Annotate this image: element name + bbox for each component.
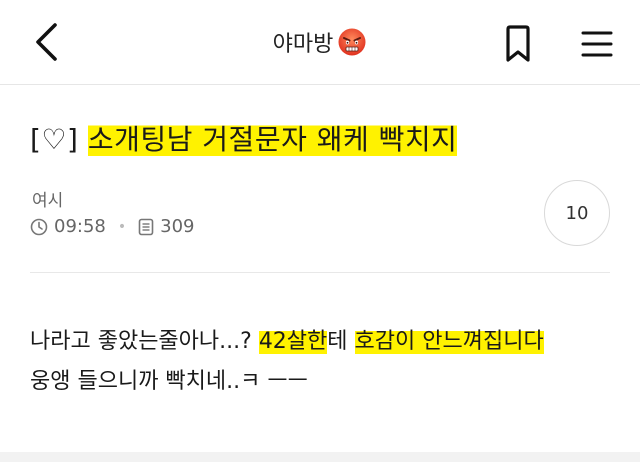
board-name: 야마방 — [272, 32, 334, 57]
post-meta: 09:58 • 309 — [30, 216, 195, 237]
post-title-highlighted: 소개팅남 거절문자 왜케 빡치지 — [87, 123, 458, 156]
bookmark-icon — [506, 25, 530, 62]
comment-count-button[interactable]: 10 — [544, 180, 610, 246]
top-navigation-bar: 야마방 — [0, 0, 640, 85]
board-title[interactable]: 야마방 — [0, 26, 640, 58]
angry-face-icon — [337, 27, 367, 57]
hamburger-menu-icon — [581, 31, 613, 57]
content-divider — [30, 272, 610, 273]
post-title-prefix: [♡] — [30, 123, 88, 156]
bookmark-button[interactable] — [496, 22, 540, 66]
body-line-2: 웅앵 들으니까 빡치네..ㅋ ㅡㅡ — [30, 369, 308, 394]
clock-icon — [30, 218, 48, 235]
body-line-1: 나라고 좋았는줄아나...? 42살한테 호감이 안느껴집니다 — [30, 322, 544, 362]
post-body: 나라고 좋았는줄아나...? 42살한테 호감이 안느껴집니다 웅앵 들으니까 … — [30, 322, 544, 402]
author-name[interactable]: 여시 — [32, 186, 63, 211]
view-count-icon — [138, 218, 154, 235]
body-text-segment: 테 — [327, 329, 355, 354]
body-highlight-age: 42살한 — [258, 329, 328, 354]
menu-button[interactable] — [574, 22, 620, 66]
post-time: 09:58 — [54, 216, 106, 237]
bottom-separator-band — [0, 452, 640, 462]
view-count: 309 — [160, 216, 195, 237]
post-title: [♡] 소개팅남 거절문자 왜케 빡치지 — [30, 118, 458, 158]
meta-separator: • — [117, 218, 127, 235]
body-text-segment: 나라고 좋았는줄아나...? — [30, 329, 259, 354]
body-highlight-quote: 호감이 안느껴집니다 — [354, 329, 544, 354]
